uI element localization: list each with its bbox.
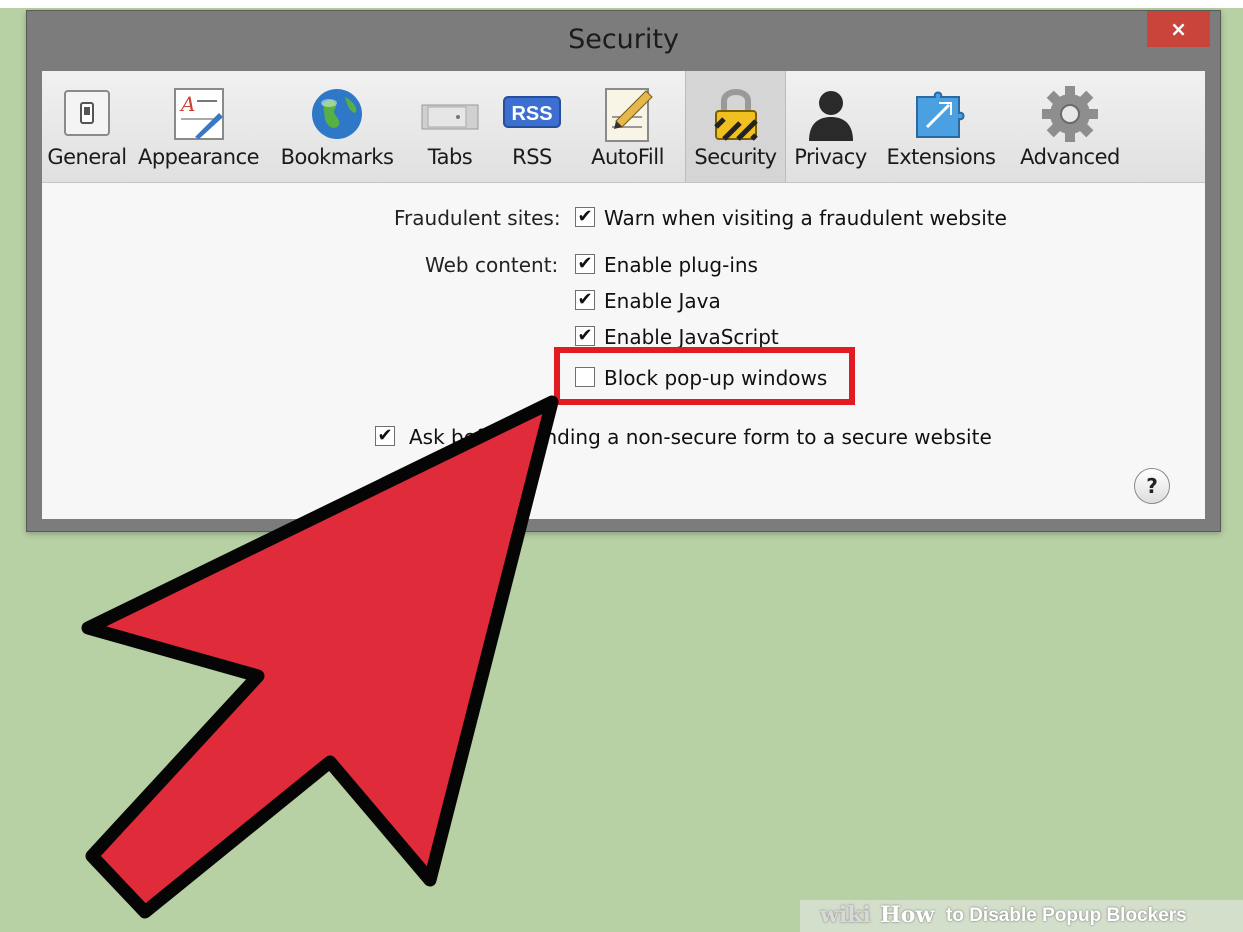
watermark-title: to Disable Popup Blockers [946, 905, 1187, 926]
pointer-arrow-icon [81, 395, 559, 919]
watermark-how: How [880, 902, 935, 928]
watermark-wiki: wiki [820, 902, 871, 928]
